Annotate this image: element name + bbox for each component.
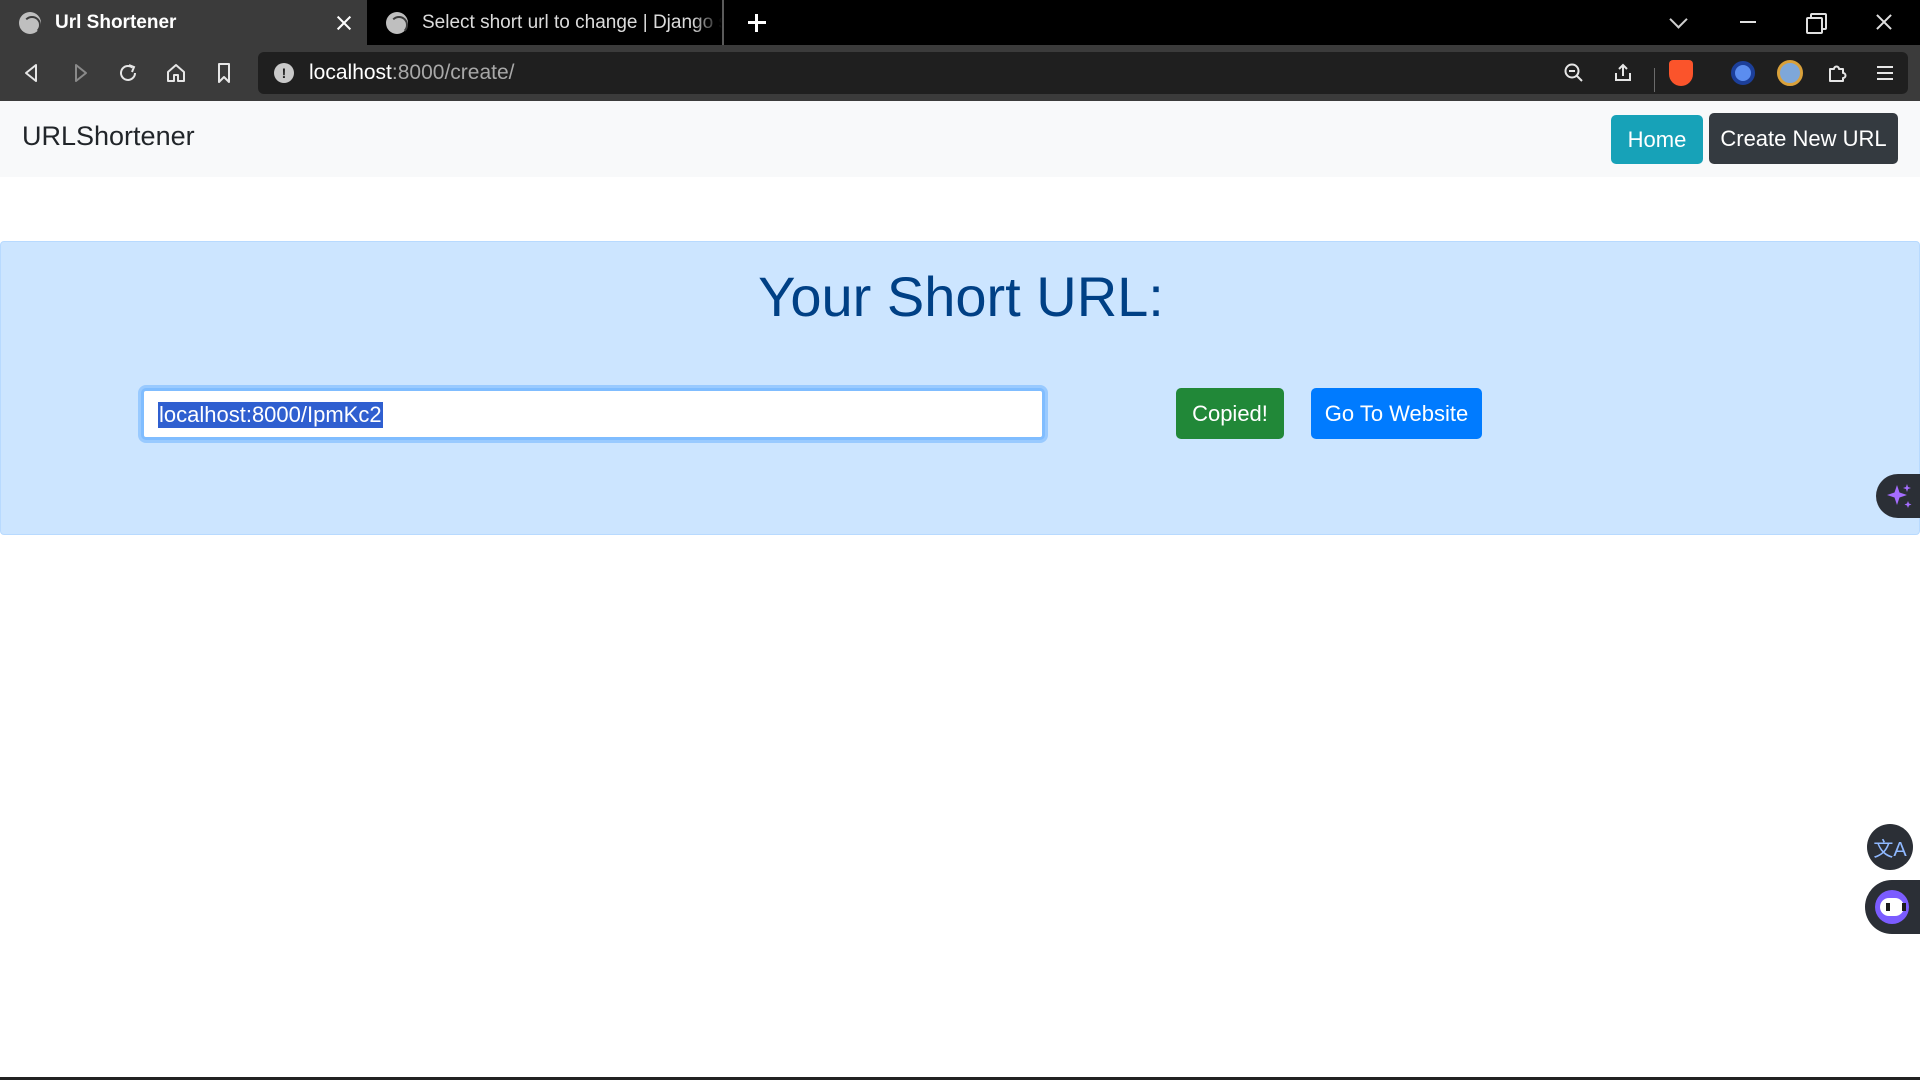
minimize-button[interactable]	[1718, 0, 1778, 45]
create-new-url-button[interactable]: Create New URL	[1709, 113, 1898, 164]
extension-circle-icon[interactable]	[1724, 54, 1762, 92]
short-url-panel: Your Short URL: localhost:8000/IpmKc2 Co…	[0, 241, 1920, 535]
copy-button[interactable]: Copied!	[1176, 388, 1284, 439]
go-to-website-button[interactable]: Go To Website	[1311, 388, 1482, 439]
address-url: localhost:8000/create/	[309, 61, 514, 85]
page-title: Your Short URL:	[758, 265, 1164, 328]
site-info-icon[interactable]: !	[274, 63, 294, 83]
address-bar[interactable]: ! localhost:8000/create/	[258, 52, 1908, 94]
ai-sparkle-widget[interactable]	[1876, 474, 1920, 518]
new-tab-button[interactable]	[742, 8, 772, 38]
tab-title: Url Shortener	[55, 11, 177, 33]
tab-list-chevron-icon[interactable]	[1650, 0, 1710, 45]
site-brand[interactable]: URLShortener	[22, 121, 195, 152]
sparkle-icon	[1887, 484, 1912, 508]
forward-icon[interactable]	[61, 54, 99, 92]
browser-toolbar: ! localhost:8000/create/	[0, 45, 1920, 101]
back-icon[interactable]	[13, 54, 51, 92]
home-button[interactable]: Home	[1611, 115, 1703, 164]
close-window-button[interactable]	[1854, 0, 1914, 45]
tab-url-shortener[interactable]: Url Shortener	[0, 0, 367, 45]
globe-icon	[386, 11, 408, 34]
home-icon[interactable]	[157, 54, 195, 92]
translate-widget-icon[interactable]: 文A	[1867, 824, 1913, 870]
site-navbar: URLShortener Home Create New URL	[0, 101, 1920, 177]
extensions-puzzle-icon[interactable]	[1818, 54, 1856, 92]
toolbar-separator	[1654, 68, 1655, 92]
restore-button[interactable]	[1786, 0, 1846, 45]
globe-icon	[19, 11, 41, 34]
zoom-out-icon[interactable]	[1555, 54, 1593, 92]
assistant-bot-widget[interactable]	[1865, 880, 1920, 934]
short-url-value: localhost:8000/IpmKc2	[158, 402, 383, 428]
share-icon[interactable]	[1604, 54, 1642, 92]
tab-title: Select short url to change | Django site…	[422, 11, 722, 33]
short-url-input[interactable]: localhost:8000/IpmKc2	[141, 388, 1045, 440]
menu-icon[interactable]	[1866, 54, 1904, 92]
brave-shields-icon[interactable]	[1662, 54, 1700, 92]
tab-django-admin[interactable]: Select short url to change | Django site…	[367, 0, 724, 45]
close-tab-icon[interactable]	[333, 12, 355, 34]
reload-icon[interactable]	[109, 54, 147, 92]
bookmark-icon[interactable]	[205, 54, 243, 92]
address-host: localhost	[309, 61, 392, 84]
bot-face-icon	[1875, 890, 1909, 924]
address-path: :8000/create/	[391, 61, 515, 84]
browser-tab-strip: Url Shortener Select short url to change…	[0, 0, 1920, 45]
extension-owl-icon[interactable]	[1771, 54, 1809, 92]
